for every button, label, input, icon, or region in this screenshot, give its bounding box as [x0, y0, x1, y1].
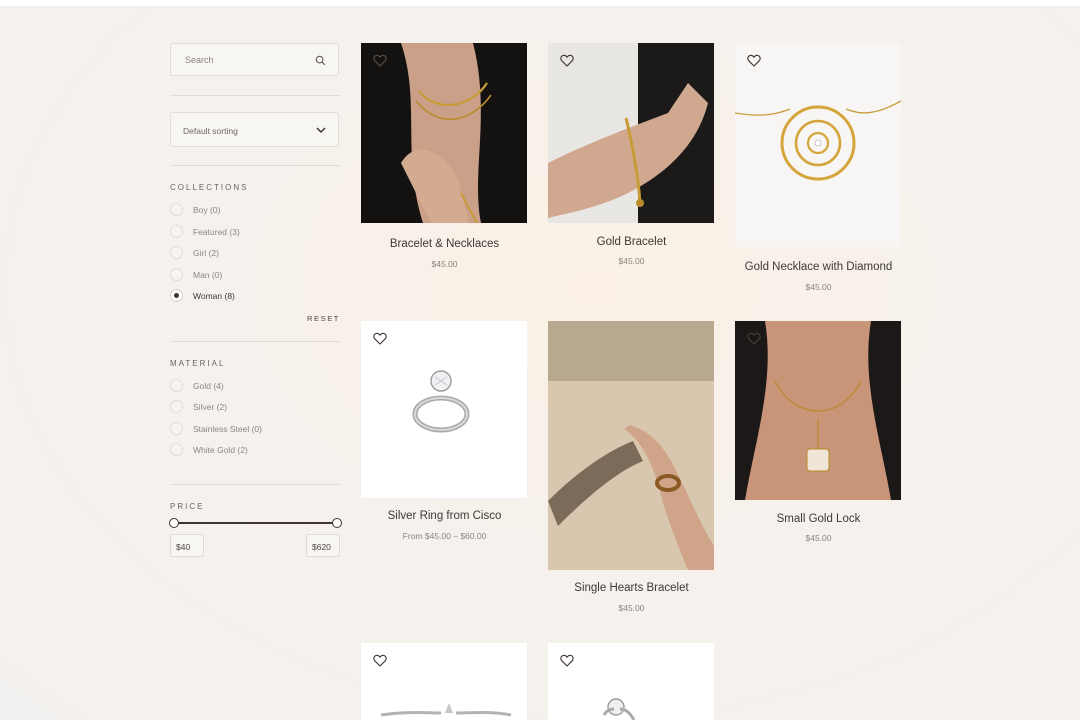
option-label: Girl (2): [193, 248, 219, 258]
sorting-value: Default sorting: [183, 126, 238, 136]
heart-icon[interactable]: [373, 654, 387, 667]
material-option-stainless-steel[interactable]: Stainless Steel (0): [170, 422, 330, 436]
product-title[interactable]: Gold Necklace with Diamond: [735, 261, 902, 273]
product-price: $45.00: [805, 282, 832, 292]
product-title[interactable]: Bracelet & Necklaces: [361, 238, 528, 250]
top-bar: [0, 0, 1080, 6]
option-label: White Gold (2): [193, 445, 248, 455]
product-image[interactable]: [361, 321, 527, 498]
material-option-silver[interactable]: Silver (2): [170, 400, 330, 414]
product-price: $45.00: [431, 259, 458, 269]
option-label: Stainless Steel (0): [193, 424, 262, 434]
product-price: $45.00: [618, 256, 645, 266]
chevron-down-icon: [316, 127, 326, 134]
option-label: Woman (8): [193, 291, 235, 301]
divider: [170, 341, 340, 342]
radio-button[interactable]: [170, 203, 183, 216]
search-placeholder: Search: [185, 55, 214, 65]
product-title[interactable]: Single Hearts Bracelet: [548, 582, 715, 594]
product-price: $45.00: [618, 603, 645, 613]
collection-option-woman[interactable]: Woman (8): [170, 289, 330, 303]
price-max-field[interactable]: $620: [306, 534, 340, 557]
product-title[interactable]: Small Gold Lock: [735, 513, 902, 525]
divider: [170, 95, 340, 96]
option-label: Boy (0): [193, 205, 221, 215]
option-label: Featured (3): [193, 227, 240, 237]
collections-title: COLLECTIONS: [170, 183, 249, 192]
product-price: $45.00: [805, 533, 832, 543]
price-slider-max-handle[interactable]: [332, 518, 342, 528]
product-image[interactable]: [735, 321, 901, 500]
radio-button[interactable]: [170, 268, 183, 281]
radio-button[interactable]: [170, 379, 183, 392]
heart-icon[interactable]: [560, 54, 574, 67]
divider: [170, 484, 340, 485]
material-option-gold[interactable]: Gold (4): [170, 379, 330, 393]
heart-icon[interactable]: [373, 54, 387, 67]
product-image[interactable]: [548, 43, 714, 223]
collection-option-man[interactable]: Man (0): [170, 268, 330, 282]
heart-icon[interactable]: [747, 332, 761, 345]
option-label: Gold (4): [193, 381, 224, 391]
product-image[interactable]: [735, 43, 901, 247]
collection-option-girl[interactable]: Girl (2): [170, 246, 330, 260]
reset-link[interactable]: RESET: [300, 314, 340, 323]
product-price: From $45.00 – $60.00: [402, 531, 487, 541]
radio-button[interactable]: [170, 422, 183, 435]
product-image[interactable]: [548, 321, 714, 570]
divider: [170, 165, 340, 166]
material-option-white-gold[interactable]: White Gold (2): [170, 443, 330, 457]
search-input[interactable]: Search: [170, 43, 339, 76]
product-image[interactable]: [361, 43, 527, 223]
product-title[interactable]: Gold Bracelet: [548, 236, 715, 248]
heart-icon[interactable]: [373, 332, 387, 345]
sorting-select[interactable]: Default sorting: [170, 112, 339, 147]
radio-button[interactable]: [170, 443, 183, 456]
price-min-field[interactable]: $40: [170, 534, 204, 557]
product-title[interactable]: Silver Ring from Cisco: [361, 510, 528, 522]
radio-button[interactable]: [170, 400, 183, 413]
heart-icon[interactable]: [747, 54, 761, 67]
material-title: MATERIAL: [170, 359, 226, 368]
radio-button[interactable]: [170, 225, 183, 238]
search-icon[interactable]: [315, 55, 326, 66]
option-label: Man (0): [193, 270, 223, 280]
radio-button[interactable]: [170, 246, 183, 259]
option-label: Silver (2): [193, 402, 228, 412]
price-slider-min-handle[interactable]: [169, 518, 179, 528]
collection-option-boy[interactable]: Boy (0): [170, 203, 330, 217]
radio-button-selected[interactable]: [170, 289, 183, 302]
collection-option-featured[interactable]: Featured (3): [170, 225, 330, 239]
price-title: PRICE: [170, 502, 205, 511]
heart-icon[interactable]: [560, 654, 574, 667]
price-slider-track[interactable]: [173, 522, 337, 524]
